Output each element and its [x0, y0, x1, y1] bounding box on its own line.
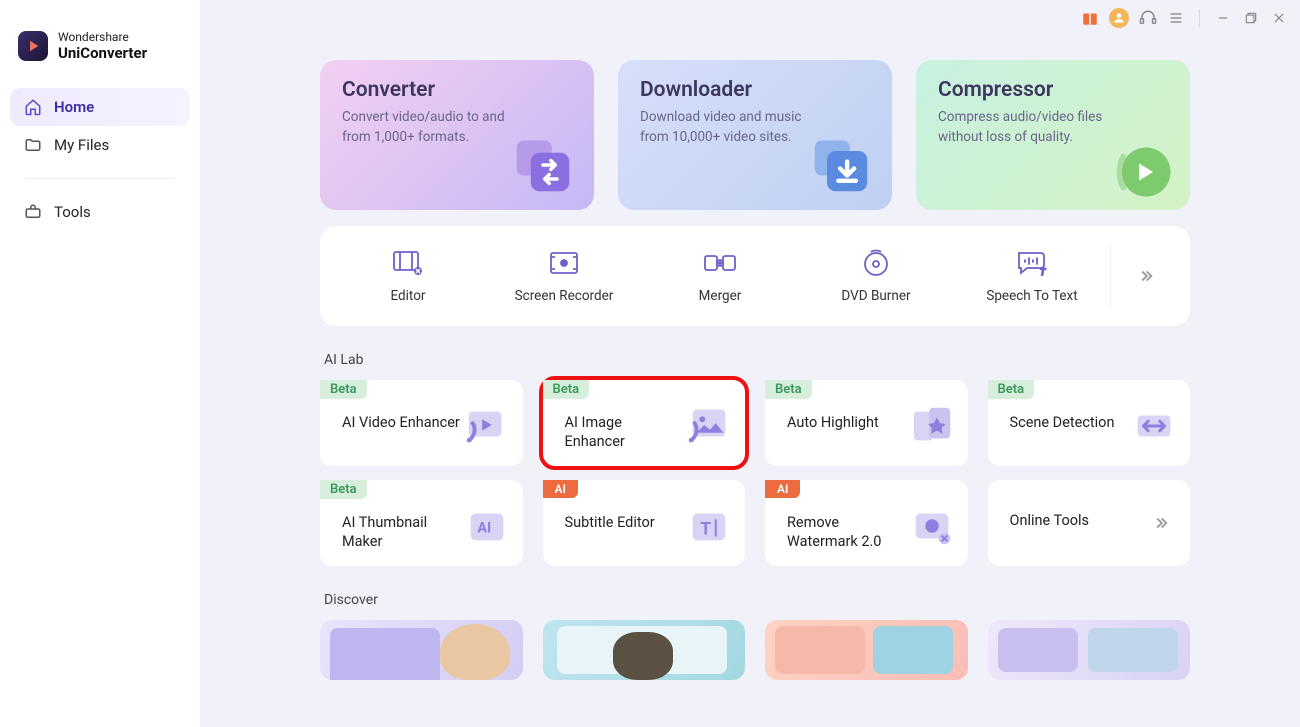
svg-text:T: T — [1040, 268, 1046, 277]
chevron-right-double-icon — [1152, 514, 1170, 536]
nav-my-files[interactable]: My Files — [10, 126, 190, 164]
hero-compressor[interactable]: Compressor Compress audio/video files wi… — [916, 60, 1190, 210]
home-icon — [24, 98, 42, 116]
nav-label: Tools — [54, 203, 91, 221]
nav-home[interactable]: Home — [10, 88, 190, 126]
card-ai-image-enhancer[interactable]: Beta AI Image Enhancer — [543, 380, 746, 466]
toolstrip: Editor Screen Recorder Merger DVD Burner… — [320, 226, 1190, 326]
sidebar: Wondershare UniConverter Home My Files T… — [0, 0, 200, 727]
section-title-discover: Discover — [324, 592, 1190, 608]
card-label: Subtitle Editor — [565, 514, 655, 533]
card-label: Scene Detection — [1010, 414, 1115, 433]
tool-screen-recorder[interactable]: Screen Recorder — [486, 248, 642, 304]
card-subtitle-editor[interactable]: AI Subtitle Editor T — [543, 480, 746, 566]
tool-editor[interactable]: Editor — [330, 248, 486, 304]
card-remove-watermark[interactable]: AI Remove Watermark 2.0 — [765, 480, 968, 566]
card-ai-video-enhancer[interactable]: Beta AI Video Enhancer — [320, 380, 523, 466]
tool-label: DVD Burner — [841, 288, 910, 304]
tool-label: Editor — [390, 288, 425, 304]
image-enhancer-icon — [685, 402, 733, 450]
chevron-right-double-icon — [1137, 267, 1155, 285]
card-auto-highlight[interactable]: Beta Auto Highlight — [765, 380, 968, 466]
ai-badge: AI — [543, 480, 578, 498]
hero-converter[interactable]: Converter Convert video/audio to and fro… — [320, 60, 594, 210]
subtitle-editor-icon: T — [685, 502, 733, 550]
scene-detection-icon — [1130, 402, 1178, 450]
brand-bottom: UniConverter — [58, 44, 147, 62]
section-title-ailab: AI Lab — [324, 352, 1190, 368]
logo-icon — [18, 31, 48, 61]
hero-desc: Download video and music from 10,000+ vi… — [640, 108, 820, 147]
beta-badge: Beta — [543, 380, 590, 399]
discover-card-2[interactable] — [543, 620, 746, 680]
thumbnail-maker-icon: AI — [463, 502, 511, 550]
hero-title: Converter — [342, 78, 572, 102]
logo-text: Wondershare UniConverter — [58, 30, 147, 62]
folder-icon — [24, 136, 42, 154]
card-label: Remove Watermark 2.0 — [787, 514, 907, 552]
tool-label: Screen Recorder — [515, 288, 614, 304]
downloader-icon — [806, 130, 876, 200]
compressor-icon — [1104, 130, 1174, 200]
ai-badge: AI — [765, 480, 800, 498]
nav-divider — [26, 178, 174, 179]
editor-icon — [392, 248, 424, 278]
merger-icon — [703, 248, 737, 278]
beta-badge: Beta — [988, 380, 1035, 399]
converter-icon — [508, 130, 578, 200]
hero-title: Downloader — [640, 78, 870, 102]
app-logo: Wondershare UniConverter — [0, 30, 200, 82]
speech-to-text-icon: T — [1015, 248, 1049, 278]
beta-badge: Beta — [320, 380, 367, 399]
discover-row — [320, 620, 1190, 680]
tool-speech-to-text[interactable]: T Speech To Text — [954, 248, 1110, 304]
card-scene-detection[interactable]: Beta Scene Detection — [988, 380, 1191, 466]
video-enhancer-icon — [463, 402, 511, 450]
tool-label: Merger — [699, 288, 742, 304]
nav-label: Home — [54, 98, 94, 116]
card-label: Auto Highlight — [787, 414, 879, 433]
card-ai-thumbnail-maker[interactable]: Beta AI Thumbnail Maker AI — [320, 480, 523, 566]
card-label: Online Tools — [1010, 512, 1090, 531]
screen-recorder-icon — [548, 248, 580, 278]
hero-row: Converter Convert video/audio to and fro… — [320, 60, 1190, 210]
main-content: Converter Convert video/audio to and fro… — [200, 0, 1300, 727]
discover-card-4[interactable] — [988, 620, 1191, 680]
discover-card-3[interactable] — [765, 620, 968, 680]
dvd-burner-icon — [861, 248, 891, 278]
tool-merger[interactable]: Merger — [642, 248, 798, 304]
beta-badge: Beta — [320, 480, 367, 499]
card-label: AI Image Enhancer — [565, 414, 685, 452]
hero-downloader[interactable]: Downloader Download video and music from… — [618, 60, 892, 210]
svg-text:AI: AI — [477, 520, 491, 537]
auto-highlight-icon — [908, 402, 956, 450]
toolbox-icon — [24, 203, 42, 221]
card-online-tools[interactable]: Online Tools — [988, 480, 1191, 566]
hero-desc: Compress audio/video files without loss … — [938, 108, 1118, 147]
tool-dvd-burner[interactable]: DVD Burner — [798, 248, 954, 304]
ailab-grid-row1: Beta AI Video Enhancer Beta AI Image Enh… — [320, 380, 1190, 466]
nav-label: My Files — [54, 136, 109, 154]
tool-label: Speech To Text — [986, 288, 1077, 304]
hero-desc: Convert video/audio to and from 1,000+ f… — [342, 108, 522, 147]
brand-top: Wondershare — [58, 30, 147, 44]
svg-text:T: T — [700, 520, 711, 540]
discover-card-1[interactable] — [320, 620, 523, 680]
ailab-grid-row2: Beta AI Thumbnail Maker AI AI Subtitle E… — [320, 480, 1190, 566]
beta-badge: Beta — [765, 380, 812, 399]
nav: Home My Files Tools — [0, 82, 200, 237]
toolstrip-more[interactable] — [1110, 246, 1180, 306]
hero-title: Compressor — [938, 78, 1168, 102]
remove-watermark-icon — [908, 502, 956, 550]
card-label: AI Video Enhancer — [342, 414, 460, 433]
nav-tools[interactable]: Tools — [10, 193, 190, 231]
card-label: AI Thumbnail Maker — [342, 514, 462, 552]
